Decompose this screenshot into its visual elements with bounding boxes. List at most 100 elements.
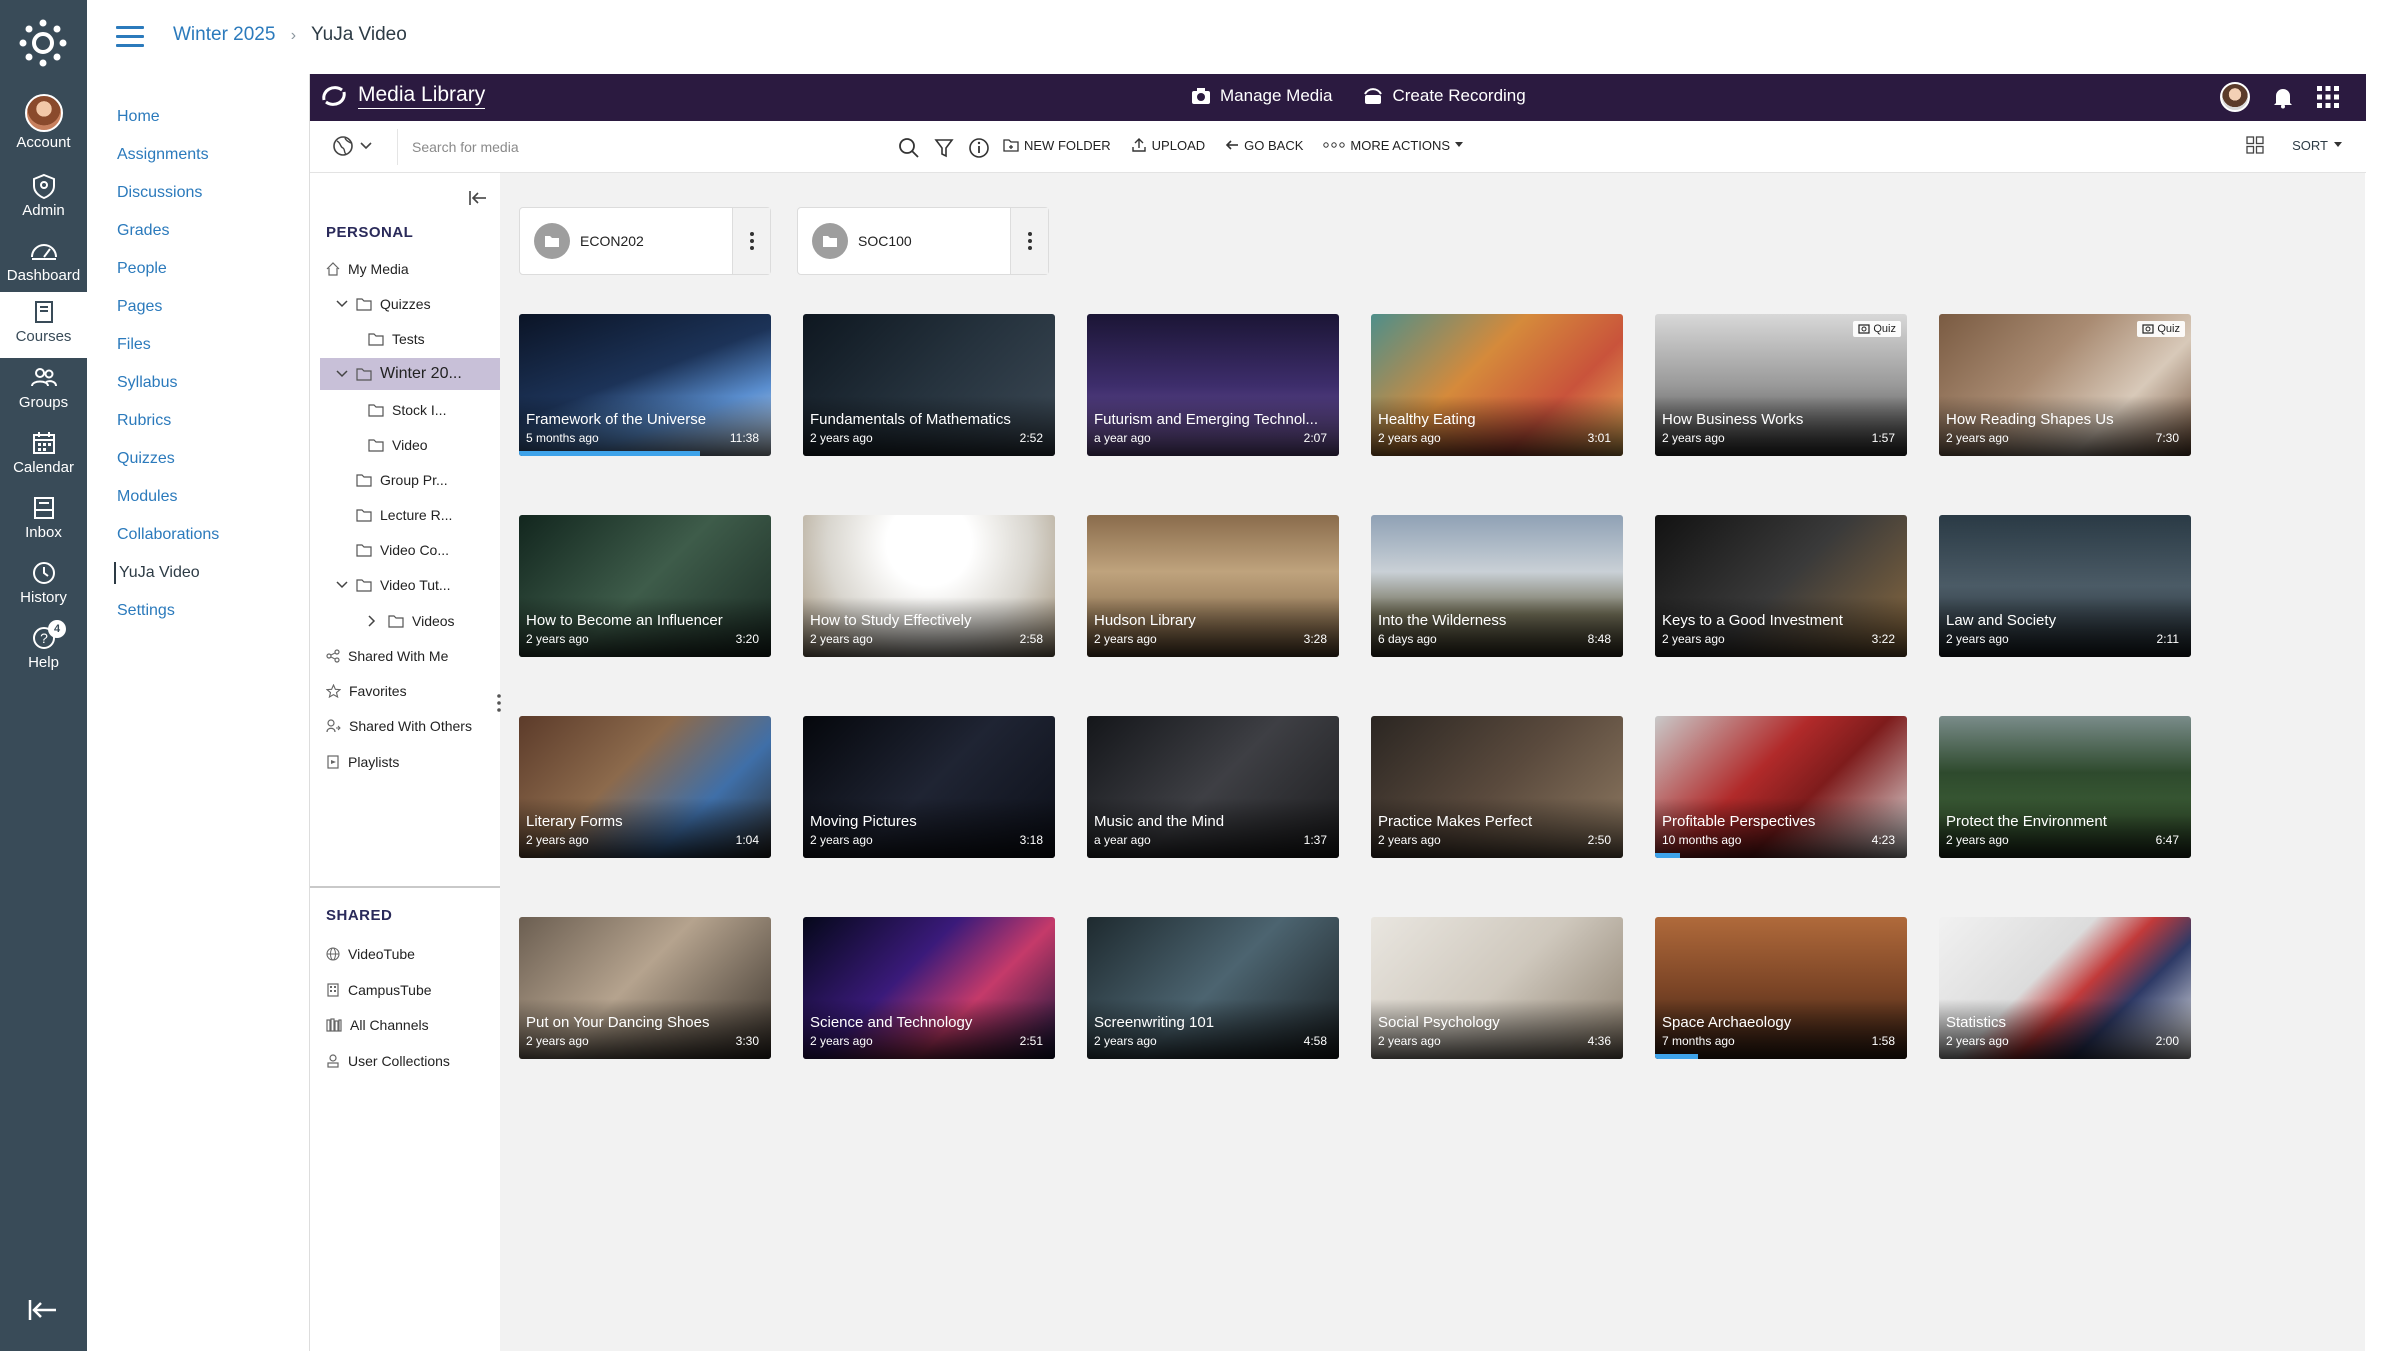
tree-item[interactable]: User Collections: [326, 1045, 450, 1077]
tree-item[interactable]: CampusTube: [326, 974, 432, 1006]
video-card[interactable]: Literary Forms 2 years ago 1:04: [519, 716, 771, 858]
course-nav-quizzes[interactable]: Quizzes: [117, 448, 292, 486]
create-recording-button[interactable]: Create Recording: [1362, 86, 1526, 106]
tree-item[interactable]: Shared With Me: [326, 640, 448, 672]
tree-item[interactable]: Video Tut...: [336, 569, 451, 601]
global-nav-inbox[interactable]: Inbox: [0, 488, 87, 552]
course-nav-syllabus[interactable]: Syllabus: [117, 372, 292, 410]
global-nav-groups[interactable]: Groups: [0, 358, 87, 422]
tree-item[interactable]: VideoTube: [326, 938, 415, 970]
search-input[interactable]: [398, 129, 898, 165]
video-card[interactable]: Music and the Mind a year ago 1:37: [1087, 716, 1339, 858]
global-nav-courses[interactable]: Courses: [0, 292, 87, 358]
video-card[interactable]: Keys to a Good Investment 2 years ago 3:22: [1655, 515, 1907, 657]
chevron-right-icon[interactable]: [368, 615, 376, 627]
media-library-home[interactable]: Media Library: [318, 80, 486, 112]
course-nav-rubrics[interactable]: Rubrics: [117, 410, 292, 448]
tree-item[interactable]: Tests: [368, 323, 425, 355]
video-card[interactable]: Quiz How Business Works 2 years ago 1:57: [1655, 314, 1907, 456]
video-card[interactable]: Screenwriting 101 2 years ago 4:58: [1087, 917, 1339, 1059]
video-card[interactable]: Fundamentals of Mathematics 2 years ago 2:…: [803, 314, 1055, 456]
video-card[interactable]: Profitable Perspectives 10 months ago 4:23: [1655, 716, 1907, 858]
video-card[interactable]: How to Become an Influencer 2 years ago 3:…: [519, 515, 771, 657]
tree-item[interactable]: My Media: [326, 253, 409, 285]
tree-item[interactable]: Shared With Others: [326, 710, 472, 742]
video-age: 2 years ago: [1378, 1034, 1441, 1048]
search-icon[interactable]: [898, 137, 920, 159]
video-card[interactable]: Protect the Environment 2 years ago 6:47: [1939, 716, 2191, 858]
video-card[interactable]: Put on Your Dancing Shoes 2 years ago 3:30: [519, 917, 771, 1059]
kebab-menu-icon[interactable]: [1010, 208, 1048, 274]
tree-item[interactable]: Winter 20...: [320, 358, 500, 390]
video-card[interactable]: Into the Wilderness 6 days ago 8:48: [1371, 515, 1623, 657]
global-nav-help[interactable]: ? 4 Help: [0, 618, 87, 682]
video-card[interactable]: Statistics 2 years ago 2:00: [1939, 917, 2191, 1059]
video-card[interactable]: Social Psychology 2 years ago 4:36: [1371, 917, 1623, 1059]
upload-button[interactable]: UPLOAD: [1131, 137, 1205, 153]
video-card[interactable]: Hudson Library 2 years ago 3:28: [1087, 515, 1339, 657]
course-nav-home[interactable]: Home: [117, 106, 292, 144]
video-card[interactable]: Law and Society 2 years ago 2:11: [1939, 515, 2191, 657]
hamburger-menu-icon[interactable]: [116, 26, 144, 48]
course-nav-files[interactable]: Files: [117, 334, 292, 372]
video-card[interactable]: Science and Technology 2 years ago 2:51: [803, 917, 1055, 1059]
global-nav-history[interactable]: History: [0, 553, 87, 617]
video-card[interactable]: Quiz How Reading Shapes Us 2 years ago 7:30: [1939, 314, 2191, 456]
global-nav-calendar[interactable]: Calendar: [0, 423, 87, 487]
video-card[interactable]: Practice Makes Perfect 2 years ago 2:50: [1371, 716, 1623, 858]
course-nav-modules[interactable]: Modules: [117, 486, 292, 524]
tree-item[interactable]: Videos: [368, 605, 455, 637]
more-actions-dropdown[interactable]: MORE ACTIONS: [1323, 137, 1464, 153]
create-recording-label: Create Recording: [1392, 86, 1526, 105]
course-nav-collaborations[interactable]: Collaborations: [117, 524, 292, 562]
sort-dropdown[interactable]: SORT: [2292, 138, 2342, 153]
video-card[interactable]: How to Study Effectively 2 years ago 2:58: [803, 515, 1055, 657]
apps-grid-icon[interactable]: [2316, 85, 2340, 109]
go-back-button[interactable]: GO BACK: [1225, 137, 1303, 153]
tree-item[interactable]: Video: [368, 429, 428, 461]
bell-icon[interactable]: [2272, 85, 2294, 109]
new-folder-button[interactable]: NEW FOLDER: [1003, 137, 1111, 153]
course-nav-assignments[interactable]: Assignments: [117, 144, 292, 182]
video-card[interactable]: Moving Pictures 2 years ago 3:18: [803, 716, 1055, 858]
course-nav-people[interactable]: People: [117, 258, 292, 296]
global-nav-account[interactable]: Account: [0, 90, 87, 154]
tree-item[interactable]: Lecture R...: [356, 499, 452, 531]
grid-view-icon[interactable]: [2246, 136, 2264, 154]
tree-item[interactable]: Playlists: [326, 746, 399, 778]
manage-media-button[interactable]: Manage Media: [1190, 86, 1332, 106]
canvas-logo-icon[interactable]: [19, 19, 67, 67]
filter-icon[interactable]: [934, 137, 954, 159]
visibility-dropdown[interactable]: [332, 135, 372, 157]
tree-item[interactable]: All Channels: [326, 1009, 429, 1041]
course-nav-discussions[interactable]: Discussions: [117, 182, 292, 220]
chevron-down-icon[interactable]: [336, 300, 348, 308]
chevron-down-icon[interactable]: [336, 370, 348, 378]
chevron-down-icon[interactable]: [336, 581, 348, 589]
user-avatar[interactable]: [2220, 82, 2250, 112]
tree-item[interactable]: Video Co...: [356, 534, 449, 566]
kebab-menu-icon[interactable]: [732, 208, 770, 274]
inbox-icon: [33, 497, 54, 519]
folder-card[interactable]: SOC100: [797, 207, 1049, 275]
tree-item[interactable]: Favorites: [326, 675, 407, 707]
info-icon[interactable]: [968, 137, 990, 159]
tree-item[interactable]: Quizzes: [336, 288, 431, 320]
video-card[interactable]: Framework of the Universe 5 months ago 11:…: [519, 314, 771, 456]
course-nav-grades[interactable]: Grades: [117, 220, 292, 258]
breadcrumb-course-link[interactable]: Winter 2025: [173, 24, 275, 45]
video-card[interactable]: Space Archaeology 7 months ago 1:58: [1655, 917, 1907, 1059]
course-nav-yuja-video[interactable]: YuJa Video: [114, 562, 292, 584]
video-card[interactable]: Healthy Eating 2 years ago 3:01: [1371, 314, 1623, 456]
collapse-nav-icon[interactable]: [28, 1298, 58, 1327]
video-card[interactable]: Futurism and Emerging Technol... a year a…: [1087, 314, 1339, 456]
tree-item[interactable]: Stock I...: [368, 394, 446, 426]
video-title: Protect the Environment: [1946, 813, 2107, 830]
course-nav-settings[interactable]: Settings: [117, 600, 292, 638]
course-nav-pages[interactable]: Pages: [117, 296, 292, 334]
collapse-tree-icon[interactable]: [468, 189, 488, 212]
tree-item[interactable]: Group Pr...: [356, 464, 448, 496]
folder-card[interactable]: ECON202: [519, 207, 771, 275]
global-nav-admin[interactable]: Admin: [0, 166, 87, 230]
global-nav-dashboard[interactable]: Dashboard: [0, 231, 87, 295]
